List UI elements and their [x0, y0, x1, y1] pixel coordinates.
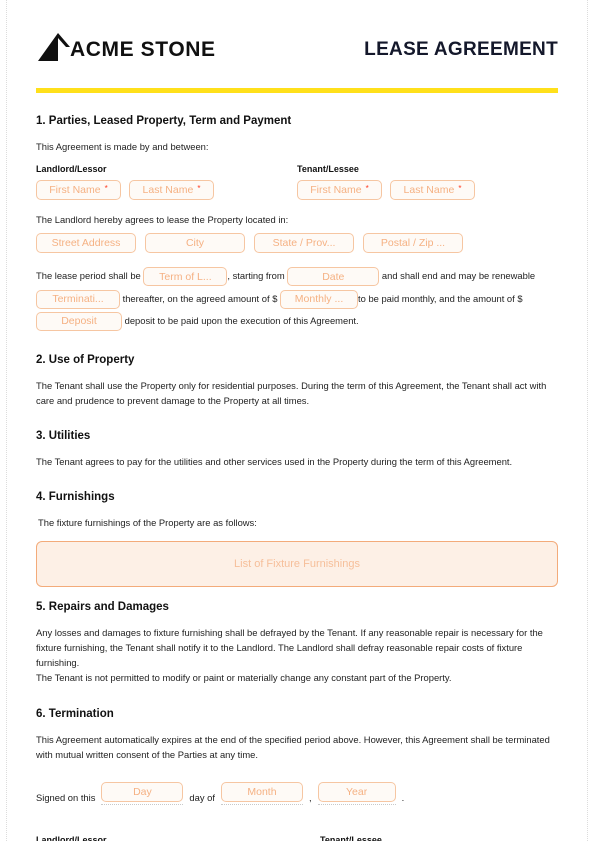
monthly-amount-input[interactable]: Monthly ...: [280, 289, 359, 309]
lease-agreement-page: ACME STONE LEASE AGREEMENT 1. Parties, L…: [0, 0, 594, 841]
postal-zip-placeholder: Postal / Zip ...: [380, 238, 446, 249]
city-input[interactable]: City: [145, 233, 245, 254]
landlord-first-name-placeholder: First Name: [49, 184, 101, 196]
address-intro-text: The Landlord hereby agrees to lease the …: [36, 214, 289, 226]
street-address-input[interactable]: Street Address: [36, 233, 136, 254]
required-asterisk: *: [458, 184, 462, 194]
tenant-signature-label: Tenant/Lessee: [320, 835, 382, 841]
signed-on-row: Signed on this Day day of Month , Year .: [36, 782, 558, 806]
lease-terms-paragraph: The lease period shall be Term of L... ,…: [36, 265, 558, 331]
tenant-name-group: Tenant/Lessee First Name * Last Name *: [297, 164, 558, 201]
termination-placeholder: Terminati...: [52, 293, 104, 305]
fixture-furnishings-placeholder: List of Fixture Furnishings: [234, 557, 360, 570]
signed-month-placeholder: Month: [247, 786, 277, 798]
section-heading-parties: 1. Parties, Leased Property, Term and Pa…: [36, 115, 292, 127]
section-heading-repairs: 5. Repairs and Damages: [36, 600, 169, 613]
required-asterisk: *: [365, 184, 369, 194]
start-date-placeholder: Date: [322, 271, 345, 283]
term-of-lease-input[interactable]: Term of L...: [143, 267, 228, 287]
start-date-input[interactable]: Date: [287, 267, 380, 287]
lease-text-6: $: [517, 292, 523, 304]
tenant-first-name-placeholder: First Name: [310, 184, 362, 196]
signed-text-2: day of: [189, 792, 215, 804]
brand-name: ACME STONE: [70, 38, 216, 61]
tenant-first-name-input[interactable]: First Name *: [297, 180, 382, 201]
landlord-last-name-input[interactable]: Last Name *: [129, 180, 214, 201]
lease-text-4: thereafter, on the agreed amount of $: [122, 292, 278, 304]
lease-text-5: to be paid monthly, and the amount of: [358, 292, 515, 304]
document-header: ACME STONE LEASE AGREEMENT: [36, 0, 558, 74]
signed-text-4: .: [401, 792, 405, 804]
termination-input[interactable]: Terminati...: [36, 289, 120, 309]
landlord-signature-label: Landlord/Lessor: [36, 835, 107, 841]
termination-body: This Agreement automatically expires at …: [36, 733, 550, 760]
monthly-amount-placeholder: Monthly ...: [294, 293, 344, 305]
utilities-body: The Tenant agrees to pay for the utiliti…: [36, 456, 513, 468]
header-divider: [36, 88, 558, 93]
brand-lockup: ACME STONE: [36, 31, 216, 69]
lease-text-3: and shall end and may be renewable: [381, 270, 536, 282]
section-heading-furnishings: 4. Furnishings: [36, 491, 115, 504]
section-heading-utilities: 3. Utilities: [36, 430, 91, 443]
section-heading-use-of-property: 2. Use of Property: [36, 353, 135, 366]
signed-year-placeholder: Year: [345, 786, 368, 798]
parties-name-row: Landlord/Lessor First Name * Last Name *…: [36, 164, 558, 201]
signature-area: Landlord/Lessor Landlord/Lessor * Date *…: [36, 835, 558, 841]
tenant-last-name-placeholder: Last Name: [403, 184, 455, 196]
landlord-signature-group: Landlord/Lessor Landlord/Lessor * Date *: [36, 835, 268, 841]
parties-intro-text: This Agreement is made by and between:: [36, 141, 209, 152]
section-heading-termination: 6. Termination: [36, 707, 114, 720]
use-of-property-body: The Tenant shall use the Property only f…: [36, 379, 547, 406]
tenant-label: Tenant/Lessee: [297, 164, 359, 175]
roof-mark-logo-icon: [38, 33, 70, 61]
landlord-name-group: Landlord/Lessor First Name * Last Name *: [36, 164, 297, 201]
lease-text-7: deposit to be paid upon the execution of…: [124, 314, 359, 326]
signed-day-input[interactable]: Day: [101, 782, 184, 803]
landlord-last-name-placeholder: Last Name: [142, 184, 194, 196]
lease-text-2: , starting from: [227, 270, 285, 282]
deposit-amount-placeholder: Deposit: [61, 315, 97, 327]
tenant-last-name-input[interactable]: Last Name *: [390, 180, 475, 201]
required-asterisk: *: [197, 184, 201, 194]
landlord-first-name-input[interactable]: First Name *: [36, 180, 121, 201]
required-asterisk: *: [104, 184, 108, 194]
fixture-furnishings-textarea[interactable]: List of Fixture Furnishings: [36, 540, 558, 587]
address-fields-row: Street Address City State / Prov... Post…: [36, 233, 558, 254]
postal-zip-input[interactable]: Postal / Zip ...: [363, 233, 463, 254]
state-province-input[interactable]: State / Prov...: [254, 233, 354, 254]
signed-month-input[interactable]: Month: [220, 782, 303, 803]
furnishings-intro-text: The fixture furnishings of the Property …: [38, 517, 257, 529]
landlord-label: Landlord/Lessor: [36, 164, 107, 175]
deposit-amount-input[interactable]: Deposit: [36, 311, 122, 331]
tenant-signature-group: Tenant/Lessee Tenant/Lessee * Date *: [320, 835, 552, 841]
term-of-lease-placeholder: Term of L...: [159, 271, 212, 283]
page-title: LEASE AGREEMENT: [364, 39, 558, 60]
state-province-placeholder: State / Prov...: [272, 238, 336, 249]
street-address-placeholder: Street Address: [51, 238, 121, 249]
signed-text-3: ,: [308, 792, 312, 804]
repairs-body-1: Any losses and damages to fixture furnis…: [36, 626, 543, 669]
signed-text-1: Signed on this: [36, 792, 96, 804]
signed-day-placeholder: Day: [133, 786, 152, 798]
city-placeholder: City: [185, 238, 205, 249]
repairs-body-2: The Tenant is not permitted to modify or…: [36, 672, 452, 684]
signed-year-input[interactable]: Year: [317, 782, 396, 803]
lease-text-1: The lease period shall be: [36, 270, 141, 282]
